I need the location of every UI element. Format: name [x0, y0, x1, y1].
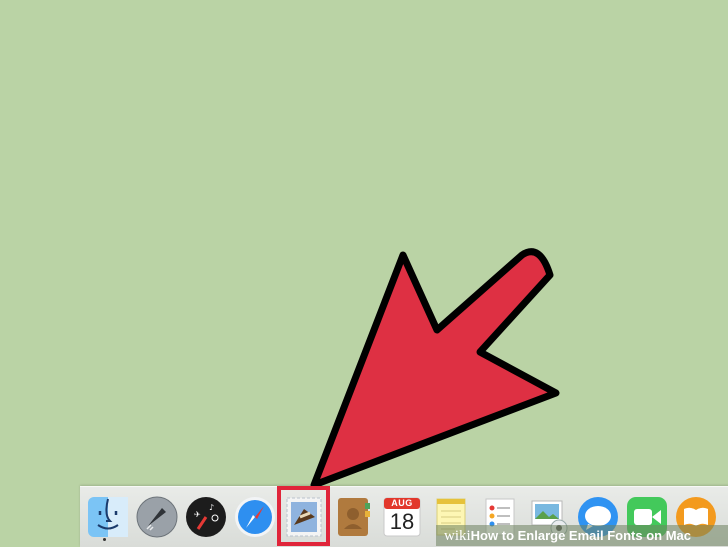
watermark-how: How — [470, 528, 499, 543]
address-book-icon[interactable] — [331, 495, 375, 539]
finder-running-indicator — [103, 538, 106, 541]
calendar-day: 18 — [389, 509, 415, 534]
wikihow-watermark: wikiHow to Enlarge Email Fonts on Mac — [436, 525, 728, 546]
calendar-month: AUG — [391, 498, 413, 508]
compass-icon[interactable] — [233, 495, 277, 539]
red-pointer-arrow-icon — [310, 248, 560, 489]
svg-text:✈: ✈ — [194, 510, 201, 519]
finder-icon[interactable] — [86, 495, 130, 539]
calendar-icon[interactable]: AUG 18 — [380, 495, 424, 539]
svg-text:♪: ♪ — [209, 503, 214, 512]
watermark-wiki: wiki — [444, 528, 471, 544]
watermark-title: to Enlarge Email Fonts on Mac — [498, 528, 691, 543]
mail-icon-highlight-box — [277, 486, 330, 546]
dashboard-icon[interactable]: ✈ ♪ — [184, 495, 228, 539]
rocket-icon[interactable] — [135, 495, 179, 539]
